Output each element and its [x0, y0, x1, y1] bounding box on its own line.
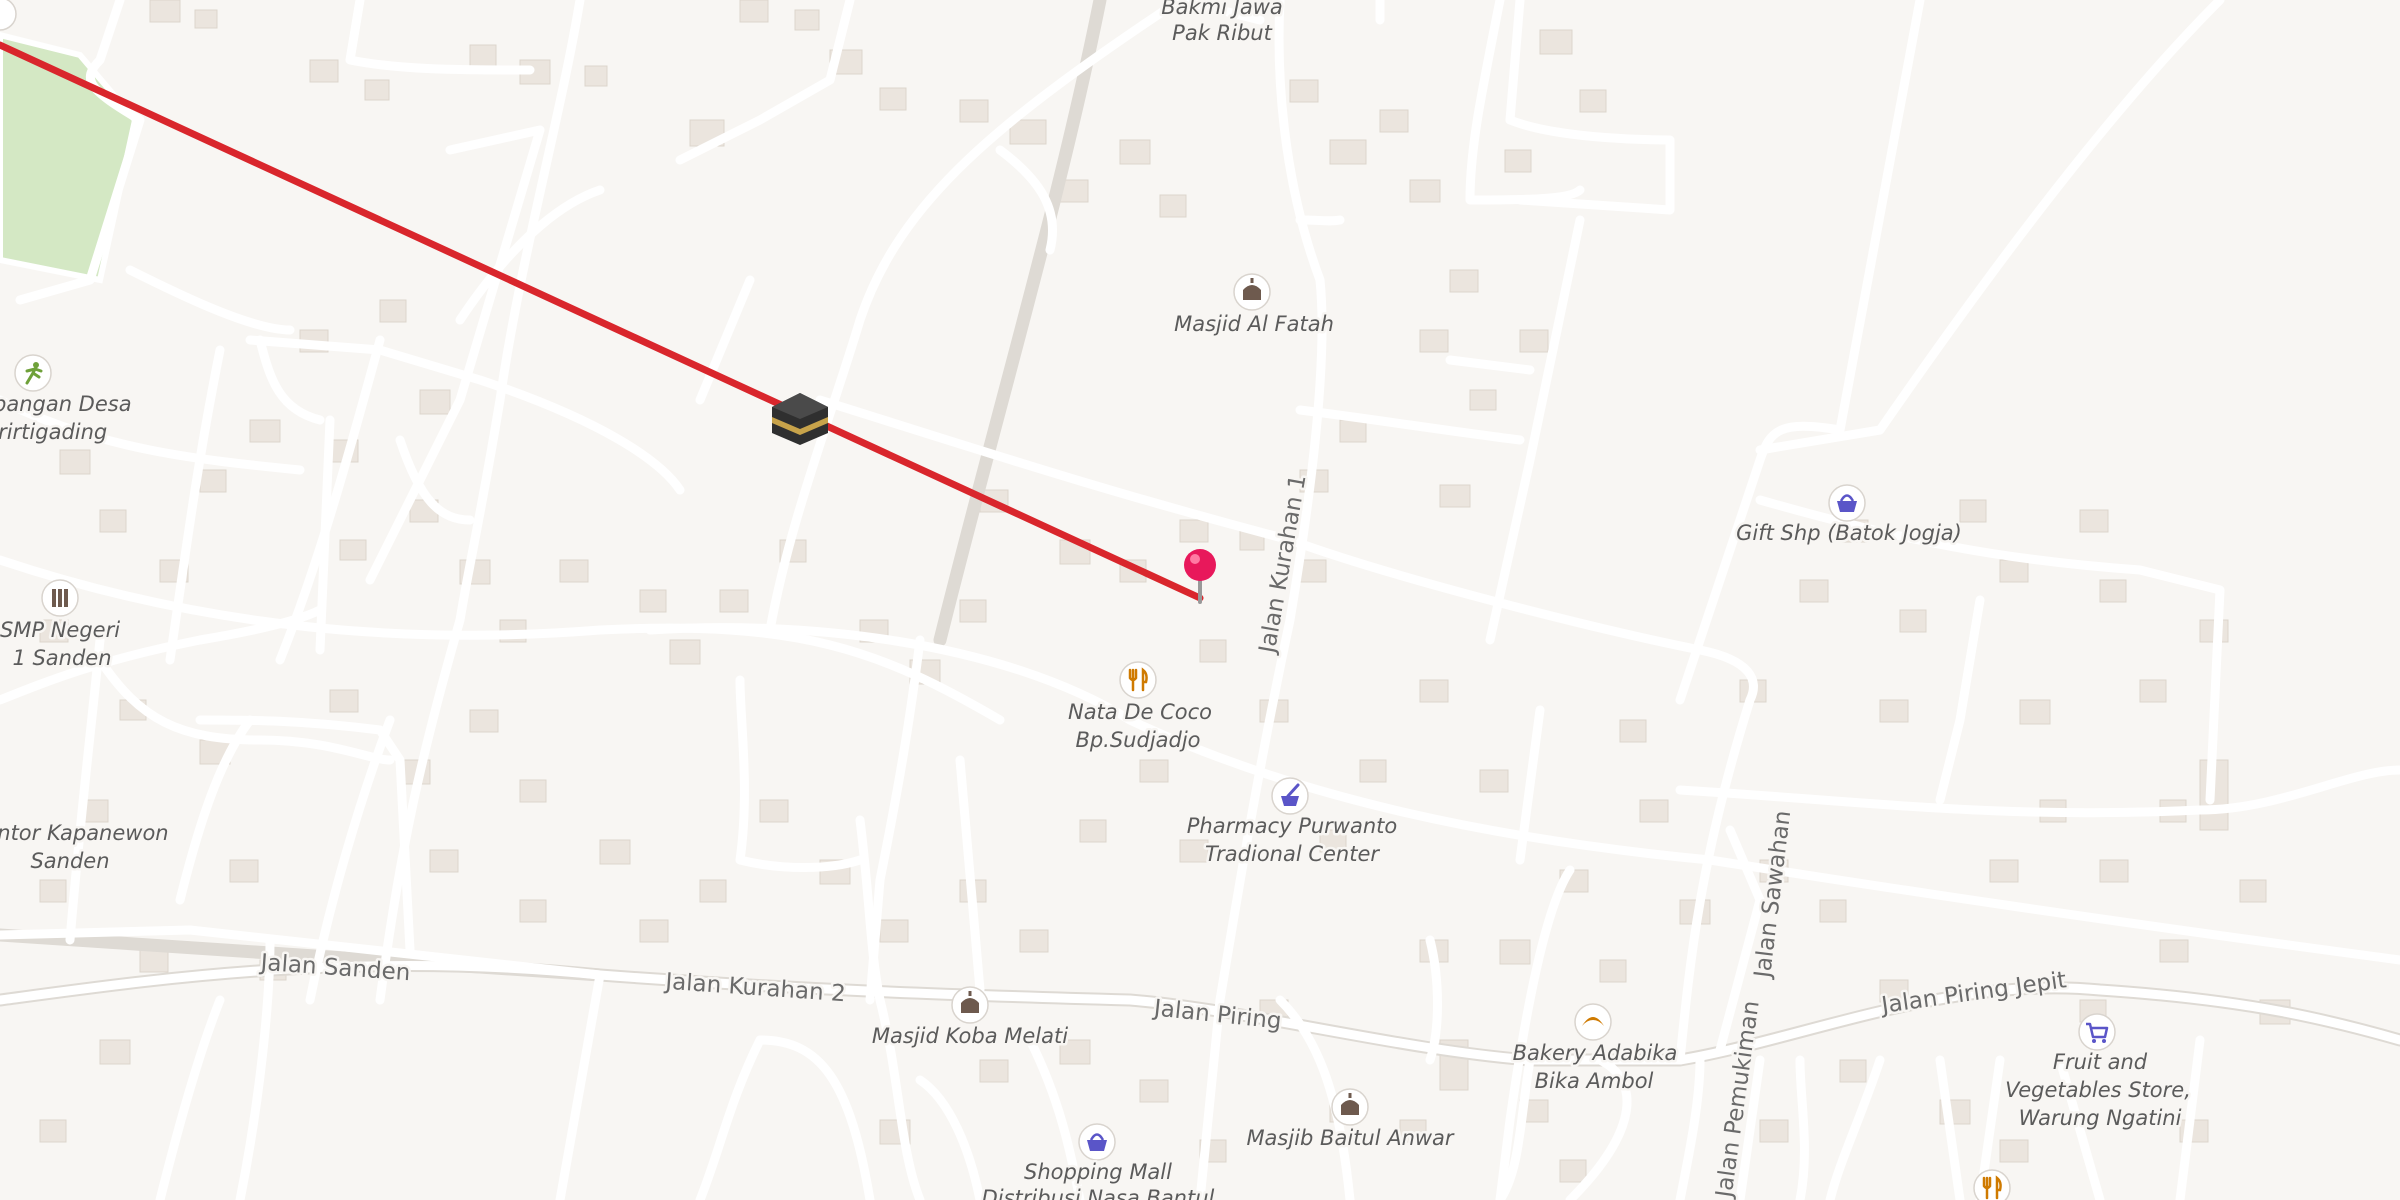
poi-kantor-kapanewon[interactable]: Kantor Kapanewon Sanden	[0, 819, 171, 876]
mosque-icon	[1233, 273, 1271, 311]
poi-label: Bp.Sudjadjo	[1075, 728, 1200, 752]
poi-nata-de-coco[interactable]: Nata De Coco Bp.Sudjadjo	[1065, 661, 1215, 755]
poi-label: Shopping Mall	[1024, 1160, 1172, 1184]
poi-label: Bakery Adabika	[1513, 1041, 1678, 1065]
poi-label: Kantor Kapanewon	[0, 821, 169, 845]
poi-label: Masjid Al Fatah	[1174, 312, 1334, 336]
poi-label: Bika Ambol	[1535, 1069, 1654, 1093]
poi-label: Tradional Center	[1205, 842, 1380, 866]
poi-bakmi-jawa[interactable]: Bakmi Jawa Pak Ribut	[1159, 0, 1286, 48]
poi-label: Fruit and	[2053, 1050, 2148, 1074]
restaurant-icon[interactable]	[1973, 1169, 2011, 1200]
poi-label: Sanden	[30, 849, 109, 873]
poi-bakery[interactable]: Bakery Adabika Bika Ambol	[1510, 1003, 1680, 1096]
shopping-cart-icon	[2078, 1013, 2116, 1051]
poi-label: Gift Shp (Batok Jogja)	[1736, 521, 1962, 545]
pharmacy-icon	[1271, 777, 1309, 815]
school-icon	[41, 579, 79, 617]
poi-label: Pak Ribut	[1172, 21, 1272, 45]
poi-label: 1 Sanden	[12, 646, 111, 670]
poi-lapangan-desa[interactable]: Lapangan Desa Srirtigading	[0, 354, 134, 447]
poi-label: Warung Ngatini	[2019, 1106, 2182, 1130]
basket-icon	[1078, 1123, 1116, 1161]
mosque-icon	[951, 986, 989, 1024]
poi-label: Masjid Koba Melati	[872, 1024, 1068, 1048]
mosque-icon	[1331, 1088, 1369, 1126]
poi-label: Bakmi Jawa	[1161, 0, 1283, 19]
poi-masjid-al-fatah[interactable]: Masjid Al Fatah	[1172, 273, 1336, 339]
restaurant-icon	[1119, 661, 1157, 699]
poi-shopping-mall[interactable]: Shopping Mall Distribusi Nasa Bantul	[979, 1123, 1217, 1200]
running-icon	[14, 354, 52, 392]
street-label-jalan-kurahan-2: Jalan Kurahan 2	[663, 969, 847, 1008]
poi-label: Vegetables Store,	[2005, 1078, 2191, 1102]
poi-label: Pharmacy Purwanto	[1187, 814, 1398, 838]
poi-label: Masjib Baitul Anwar	[1246, 1126, 1454, 1150]
poi-label: Nata De Coco	[1068, 700, 1212, 724]
poi-label: Distribusi Nasa Bantul	[982, 1186, 1215, 1200]
street-label-jalan-piring-jepit: Jalan Piring Jepit	[1878, 967, 2068, 1019]
map-canvas[interactable]: Jalan Sanden Jalan Kurahan 2 Jalan Pirin…	[0, 0, 2400, 1200]
poi-gift-shop[interactable]: Gift Shp (Batok Jogja)	[1734, 484, 1964, 548]
poi-label: Lapangan Desa	[0, 392, 132, 416]
croissant-icon	[1574, 1003, 1612, 1041]
basket-icon	[1828, 484, 1866, 522]
poi-label: SMP Negeri	[0, 618, 120, 642]
poi-label: Srirtigading	[0, 420, 107, 444]
poi-fruit-store[interactable]: Fruit and Vegetables Store, Warung Ngati…	[2003, 1013, 2193, 1133]
poi-edge-icon[interactable]	[0, 0, 17, 31]
poi-pharmacy[interactable]: Pharmacy Purwanto Tradional Center	[1184, 777, 1400, 869]
park-area	[0, 31, 139, 284]
